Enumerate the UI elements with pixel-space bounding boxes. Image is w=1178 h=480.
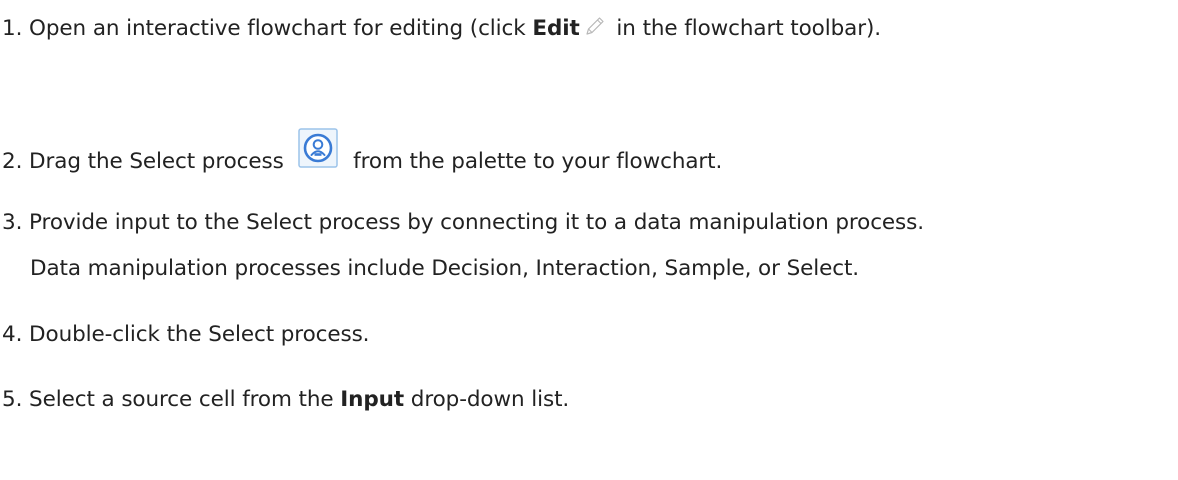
step-1-text-after: in the flowchart toolbar). — [609, 16, 881, 41]
input-label: Input — [340, 387, 405, 412]
step-5: 5. Select a source cell from the Input d… — [2, 385, 569, 415]
step-2: 2. Drag the Select process from the pale… — [2, 128, 723, 182]
step-4-number: 4. — [2, 322, 23, 347]
step-1-number: 1. — [2, 16, 23, 41]
step-4: 4. Double-click the Select process. — [2, 320, 370, 350]
step-2-text-before: Drag the Select process — [22, 149, 291, 174]
step-1: 1. Open an interactive flowchart for edi… — [2, 14, 881, 44]
step-3-text: Provide input to the Select process by c… — [22, 210, 924, 235]
edit-label: Edit — [532, 16, 580, 41]
select-process-icon — [298, 128, 339, 168]
step-4-text: Double-click the Select process. — [22, 322, 370, 347]
step-3-note: Data manipulation processes include Deci… — [30, 256, 860, 281]
step-2-text-after: from the palette to your flowchart. — [346, 149, 723, 174]
step-5-text-after: drop-down list. — [404, 387, 570, 412]
pencil-icon — [584, 15, 606, 37]
step-5-text-before: Select a source cell from the — [22, 387, 341, 412]
step-5-number: 5. — [2, 387, 23, 412]
step-3: 3. Provide input to the Select process b… — [2, 208, 924, 238]
step-1-text-before: Open an interactive flowchart for editin… — [22, 16, 533, 41]
step-3-number: 3. — [2, 210, 23, 235]
step-2-number: 2. — [2, 149, 23, 174]
